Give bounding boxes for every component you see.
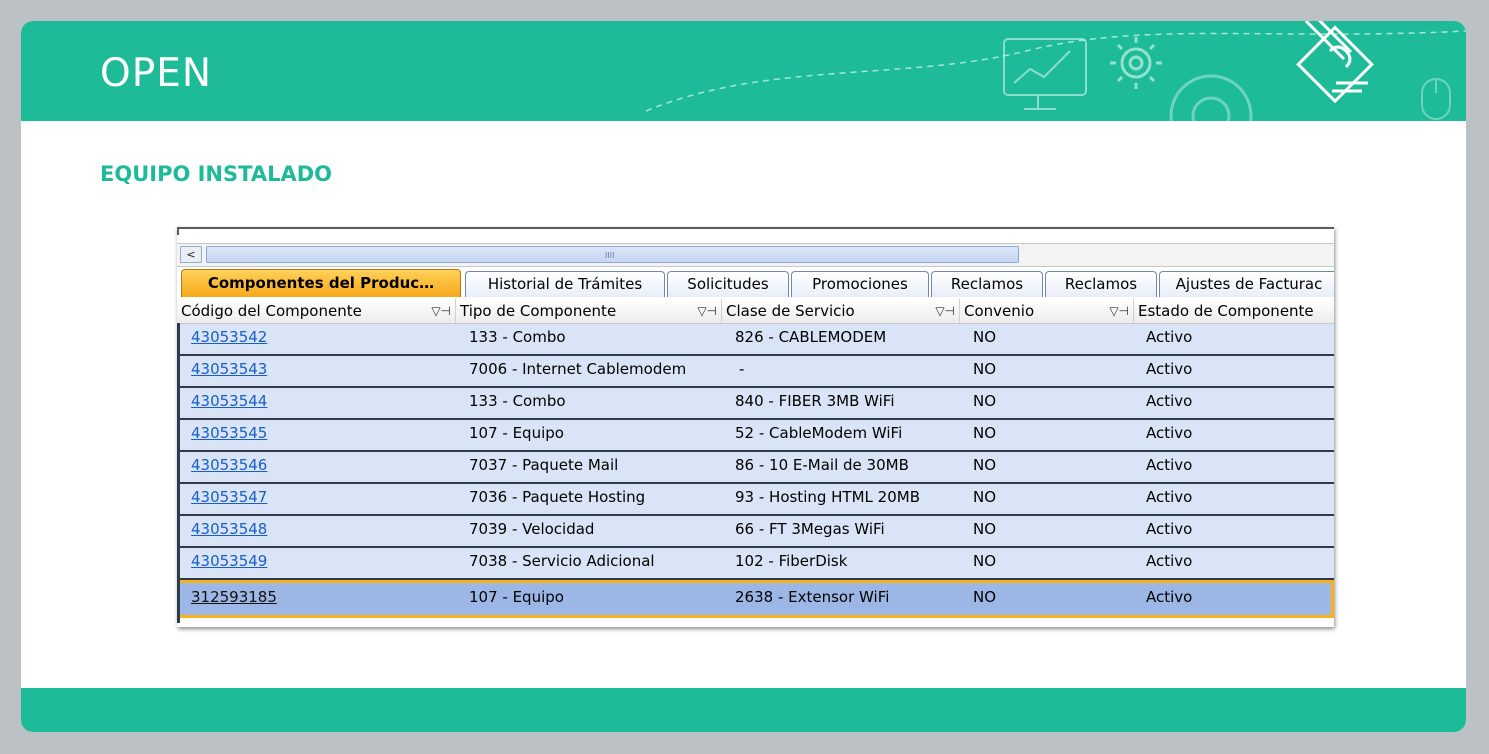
column-header-tipo[interactable]: Tipo de Componente ▽⊣ <box>456 299 722 323</box>
cell-estado: Activo <box>1146 456 1193 474</box>
monitor-chart-icon <box>1003 38 1087 110</box>
cell-estado: Activo <box>1146 360 1193 378</box>
cell-convenio: NO <box>973 328 997 346</box>
cell-tipo: 7006 - Internet Cablemodem <box>469 360 687 378</box>
cell-tipo: 133 - Combo <box>469 328 566 346</box>
table-row[interactable]: 43053548 7039 - Velocidad 66 - FT 3Megas… <box>177 516 1334 548</box>
cell-tipo: 133 - Combo <box>469 392 566 410</box>
cell-estado: Activo <box>1146 520 1193 538</box>
tab-reclamos[interactable]: Reclamos <box>931 271 1043 297</box>
cell-estado: Activo <box>1146 488 1193 506</box>
component-code-link[interactable]: 43053546 <box>191 452 267 482</box>
column-header-label: Código del Componente <box>181 302 362 320</box>
cell-clase: - <box>739 360 745 378</box>
slide-footer <box>21 688 1466 732</box>
component-code-link[interactable]: 43053547 <box>191 484 267 514</box>
slide-title: OPEN <box>100 51 213 96</box>
cell-convenio: NO <box>973 456 997 474</box>
cell-tipo: 107 - Equipo <box>469 424 564 442</box>
cell-clase: 93 - Hosting HTML 20MB <box>735 488 920 506</box>
table-row[interactable]: 43053547 7036 - Paquete Hosting 93 - Hos… <box>177 484 1334 516</box>
table-row[interactable]: 43053544 133 - Combo 840 - FIBER 3MB WiF… <box>177 388 1334 420</box>
cell-convenio: NO <box>973 588 997 606</box>
cell-tipo: 7037 - Paquete Mail <box>469 456 619 474</box>
cell-estado: Activo <box>1146 424 1193 442</box>
horizontal-scrollbar[interactable]: < IIII <box>177 243 1334 267</box>
table-row-selected[interactable]: 312593185 107 - Equipo 2638 - Extensor W… <box>177 580 1334 618</box>
tab-promociones[interactable]: Promociones <box>791 271 929 297</box>
gear-icon <box>1110 37 1162 89</box>
column-header-row: Código del Componente ▽⊣ Tipo de Compone… <box>177 299 1334 324</box>
component-code-link[interactable]: 43053543 <box>191 356 267 386</box>
component-code-link[interactable]: 43053544 <box>191 388 267 418</box>
cell-convenio: NO <box>973 552 997 570</box>
tab-componentes-del-producto[interactable]: Componentes del Produc… <box>181 269 461 297</box>
filter-pin-icon[interactable]: ▽⊣ <box>431 299 451 323</box>
cell-clase: 86 - 10 E-Mail de 30MB <box>735 456 909 474</box>
cell-estado: Activo <box>1146 328 1193 346</box>
column-header-clase[interactable]: Clase de Servicio ▽⊣ <box>722 299 960 323</box>
cell-estado: Activo <box>1146 588 1193 606</box>
document-pencil-icon <box>1296 21 1374 104</box>
column-header-convenio[interactable]: Convenio ▽⊣ <box>960 299 1134 323</box>
scrollbar-grip: IIII <box>605 251 615 260</box>
app-screenshot: < IIII Componentes del Produc… Historial… <box>177 227 1334 627</box>
cell-clase: 52 - CableModem WiFi <box>735 424 903 442</box>
column-header-label: Estado de Componente <box>1138 302 1314 320</box>
cell-estado: Activo <box>1146 392 1193 410</box>
filter-pin-icon[interactable]: ▽⊣ <box>1109 299 1129 323</box>
cell-convenio: NO <box>973 392 997 410</box>
cell-convenio: NO <box>973 520 997 538</box>
mouse-icon <box>1421 78 1451 120</box>
cell-clase: 102 - FiberDisk <box>735 552 848 570</box>
large-gear-icon <box>1169 74 1253 121</box>
cell-convenio: NO <box>973 360 997 378</box>
table-row[interactable]: 43053543 7006 - Internet Cablemodem - NO… <box>177 356 1334 388</box>
component-code-link[interactable]: 43053545 <box>191 420 267 450</box>
chevron-left-icon[interactable]: < <box>180 246 202 263</box>
cell-tipo: 7038 - Servicio Adicional <box>469 552 655 570</box>
filter-pin-icon[interactable]: ▽⊣ <box>935 299 955 323</box>
cell-tipo: 7039 - Velocidad <box>469 520 595 538</box>
cell-tipo: 107 - Equipo <box>469 588 564 606</box>
component-code-link[interactable]: 43053542 <box>191 324 267 354</box>
column-header-label: Clase de Servicio <box>726 302 855 320</box>
cell-clase: 826 - CABLEMODEM <box>735 328 887 346</box>
cell-tipo: 7036 - Paquete Hosting <box>469 488 646 506</box>
tab-historial-de-tramites[interactable]: Historial de Trámites <box>465 271 665 297</box>
tab-strip: Componentes del Produc… Historial de Trá… <box>177 267 1334 301</box>
column-header-label: Convenio <box>964 302 1035 320</box>
tab-solicitudes[interactable]: Solicitudes <box>667 271 789 297</box>
cell-convenio: NO <box>973 488 997 506</box>
cell-clase: 66 - FT 3Megas WiFi <box>735 520 885 538</box>
slide-header: OPEN <box>21 21 1466 121</box>
cell-convenio: NO <box>973 424 997 442</box>
table-row[interactable]: 43053546 7037 - Paquete Mail 86 - 10 E-M… <box>177 452 1334 484</box>
tab-reclamos-2[interactable]: Reclamos <box>1045 271 1157 297</box>
filter-pin-icon[interactable]: ▽⊣ <box>697 299 717 323</box>
cell-clase: 840 - FIBER 3MB WiFi <box>735 392 895 410</box>
column-header-estado[interactable]: Estado de Componente <box>1134 299 1334 323</box>
component-code-link[interactable]: 312593185 <box>191 584 277 614</box>
tab-ajustes-de-facturacion[interactable]: Ajustes de Facturac <box>1159 271 1334 297</box>
table-row[interactable]: 43053545 107 - Equipo 52 - CableModem Wi… <box>177 420 1334 452</box>
table-row[interactable]: 43053549 7038 - Servicio Adicional 102 -… <box>177 548 1334 580</box>
header-decoration <box>646 21 1466 121</box>
component-code-link[interactable]: 43053549 <box>191 548 267 578</box>
column-header-codigo[interactable]: Código del Componente ▽⊣ <box>177 299 456 323</box>
column-header-label: Tipo de Componente <box>460 302 617 320</box>
slide: OPEN EQUIPO INSTALADO < IIII Componentes… <box>21 21 1466 732</box>
scrollbar-thumb[interactable]: IIII <box>206 246 1019 263</box>
grid-left-border <box>177 323 180 623</box>
cell-clase: 2638 - Extensor WiFi <box>735 588 890 606</box>
section-title: EQUIPO INSTALADO <box>100 162 332 186</box>
window-top-edge <box>177 227 1334 235</box>
component-code-link[interactable]: 43053548 <box>191 516 267 546</box>
cell-estado: Activo <box>1146 552 1193 570</box>
table-row[interactable]: 43053542 133 - Combo 826 - CABLEMODEM NO… <box>177 324 1334 356</box>
